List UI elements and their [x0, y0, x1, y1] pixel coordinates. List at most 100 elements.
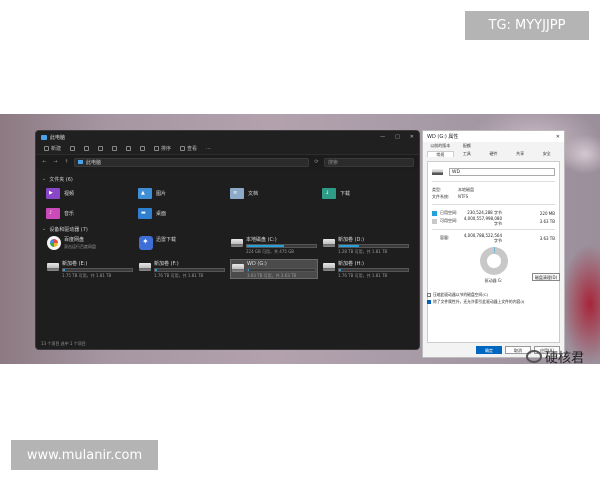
chevron-down-icon: ⌄	[42, 226, 47, 232]
folder-label: 图片	[156, 190, 167, 197]
general-tab-panel: WD 类型: 本地磁盘 文件系统: NTFS 已用空间: 230,524,288 字…	[427, 161, 560, 343]
disk-cleanup-button[interactable]: 磁盘清理(D)	[532, 273, 560, 281]
back-button[interactable]: ←	[41, 159, 48, 165]
compress-drive-checkbox[interactable]: 压缩此驱动器以节约磁盘空间(C)	[427, 291, 560, 298]
drive-name: 新加卷 (D:)	[338, 237, 365, 243]
device-tile-baidu[interactable]: 百度网盘 双击运行百度网盘	[46, 235, 134, 255]
address-row: ← → ↑ 此电脑 ⟳ 搜索	[36, 155, 419, 169]
pictures-folder-icon: ▲	[138, 187, 152, 199]
weibo-icon	[526, 350, 542, 363]
drive-tile-c[interactable]: 本地磁盘 (C:) 224 GB 可用，共 475 GB	[230, 235, 318, 255]
folder-label: 下载	[340, 190, 351, 197]
downloads-folder-icon: ↓	[322, 187, 336, 199]
delete-icon[interactable]	[140, 146, 146, 151]
drive-usage-fill	[339, 269, 342, 271]
folders-grid: ▶ 视频 ▲ 图片 ≡ 文档 ↓ 下载 ♪ 音乐 ▬ 桌面	[42, 185, 413, 221]
xunlei-icon	[139, 236, 153, 250]
folder-tile-music[interactable]: ♪ 音乐	[46, 205, 134, 221]
more-options-icon[interactable]: ···	[206, 146, 211, 152]
tab-security[interactable]: 安全	[533, 151, 560, 157]
new-button[interactable]: 新建	[44, 145, 61, 152]
free-space-row: 可用空间: 4,000,557,998,080 字节 3.63 TB	[432, 215, 555, 226]
folder-tile-downloads[interactable]: ↓ 下载	[322, 185, 410, 201]
tab-previous-versions[interactable]: 以前的版本	[427, 143, 454, 149]
drive-free-text: 1.76 TB 可用，共 1.81 TB	[338, 273, 388, 278]
drive-icon	[47, 263, 59, 271]
folder-tile-videos[interactable]: ▶ 视频	[46, 185, 134, 201]
drive-usage-bar	[62, 268, 133, 272]
view-button[interactable]: 查看	[180, 145, 197, 152]
index-contents-checkbox[interactable]: 除了文件属性外，还允许索引此驱动器上文件的内容(I)	[427, 298, 560, 305]
drive-name: 新加卷 (F:)	[154, 261, 179, 267]
tab-empty	[480, 143, 507, 149]
device-name: 迅雷下载	[156, 237, 177, 243]
address-bar[interactable]: 此电脑	[74, 157, 309, 167]
folders-section-header[interactable]: ⌄ 文件夹 (6)	[42, 175, 413, 183]
close-button[interactable]: ✕	[556, 134, 560, 140]
status-bar: 13 个项目 选中 1 个项目	[36, 339, 419, 349]
tab-general[interactable]: 常规	[427, 151, 454, 157]
desktop-folder-icon: ▬	[138, 207, 152, 219]
drive-tile-g-selected[interactable]: WD (G:) 3.63 TB 可用，共 3.63 TB	[230, 259, 318, 279]
new-label: 新建	[51, 146, 62, 152]
capacity-size: 3.63 TB	[539, 235, 555, 241]
devices-grid: 百度网盘双击运行百度网盘 迅雷下载 本地磁盘 (C:) 224 GB 可用，共 4…	[42, 235, 413, 279]
status-text: 13 个项目 选中 1 个项目	[41, 341, 86, 346]
forward-button[interactable]: →	[52, 159, 59, 165]
drive-icon	[432, 168, 443, 175]
folder-tile-documents[interactable]: ≡ 文档	[230, 185, 318, 201]
rename-icon[interactable]	[112, 146, 118, 151]
drive-usage-bar	[338, 268, 409, 272]
folder-label: 桌面	[156, 210, 167, 217]
maximize-button[interactable]: □	[395, 134, 400, 140]
drive-free-text: 1.28 TB 可用，共 1.81 TB	[338, 249, 388, 254]
copy-icon[interactable]	[84, 146, 90, 151]
drive-icon	[323, 263, 335, 271]
device-tile-xunlei[interactable]: 迅雷下载	[138, 235, 226, 255]
devices-section-label: 设备和驱动器 (7)	[49, 226, 88, 233]
ok-button[interactable]: 确定	[476, 346, 502, 354]
drive-tile-f[interactable]: 新加卷 (F:) 1.76 TB 可用，共 1.81 TB	[138, 259, 226, 279]
devices-section-header[interactable]: ⌄ 设备和驱动器 (7)	[42, 225, 413, 233]
share-icon[interactable]	[126, 146, 132, 151]
watermark-bottom: www.mulanir.com	[11, 440, 158, 470]
folder-tile-pictures[interactable]: ▲ 图片	[138, 185, 226, 201]
usage-donut	[479, 247, 508, 275]
tab-quota[interactable]: 配额	[454, 143, 481, 149]
capacity-label: 容量:	[440, 235, 450, 240]
free-bytes: 4,000,557,998,080 字节	[463, 215, 502, 226]
divider	[432, 229, 555, 230]
tab-sharing[interactable]: 共享	[507, 151, 534, 157]
free-swatch	[432, 218, 437, 224]
wallpaper-flower	[560, 244, 600, 364]
drive-free-text: 1.75 TB 可用，共 1.81 TB	[62, 273, 112, 278]
tabs-row-2: 常规 工具 硬件 共享 安全	[423, 150, 564, 158]
search-input[interactable]: 搜索	[324, 157, 414, 167]
drive-tile-d[interactable]: 新加卷 (D:) 1.28 TB 可用，共 1.81 TB	[322, 235, 410, 255]
checkbox-label: 除了文件属性外，还允许索引此驱动器上文件的内容(I)	[433, 298, 525, 304]
used-swatch	[432, 210, 437, 216]
tab-hardware[interactable]: 硬件	[480, 151, 507, 157]
screenshot-area: 此电脑 — □ ✕ 新建 排序 查看 ··· ← → ↑ 此电脑 ⟳ 搜索 ⌄ …	[0, 114, 600, 364]
sort-button[interactable]: 排序	[154, 145, 171, 152]
drive-usage-fill	[247, 245, 284, 247]
drive-tile-h[interactable]: 新加卷 (H:) 1.76 TB 可用，共 1.81 TB	[322, 259, 410, 279]
drive-name: 新加卷 (H:)	[338, 261, 364, 267]
up-button[interactable]: ↑	[63, 159, 70, 165]
drive-tile-e[interactable]: 新加卷 (E:) 1.75 TB 可用，共 1.81 TB	[46, 259, 134, 279]
refresh-button[interactable]: ⟳	[313, 159, 320, 165]
tab-empty	[507, 143, 534, 149]
volume-name-field[interactable]: WD	[449, 167, 555, 176]
close-button[interactable]: ✕	[410, 134, 414, 140]
used-label: 已用空间:	[440, 210, 458, 215]
drive-properties-dialog: WD (G:) 属性 ✕ 以前的版本 配额 常规 工具 硬件 共享 安全 WD …	[422, 130, 565, 358]
cut-icon[interactable]	[70, 146, 76, 151]
command-bar: 新建 排序 查看 ···	[36, 143, 419, 155]
device-name: 百度网盘	[64, 237, 85, 243]
paste-icon[interactable]	[98, 146, 104, 151]
folder-tile-desktop[interactable]: ▬ 桌面	[138, 205, 226, 221]
tab-tools[interactable]: 工具	[454, 151, 481, 157]
drive-name: 新加卷 (E:)	[62, 261, 88, 267]
drive-free-text: 3.63 TB 可用，共 3.63 TB	[247, 273, 297, 278]
minimize-button[interactable]: —	[380, 134, 385, 140]
